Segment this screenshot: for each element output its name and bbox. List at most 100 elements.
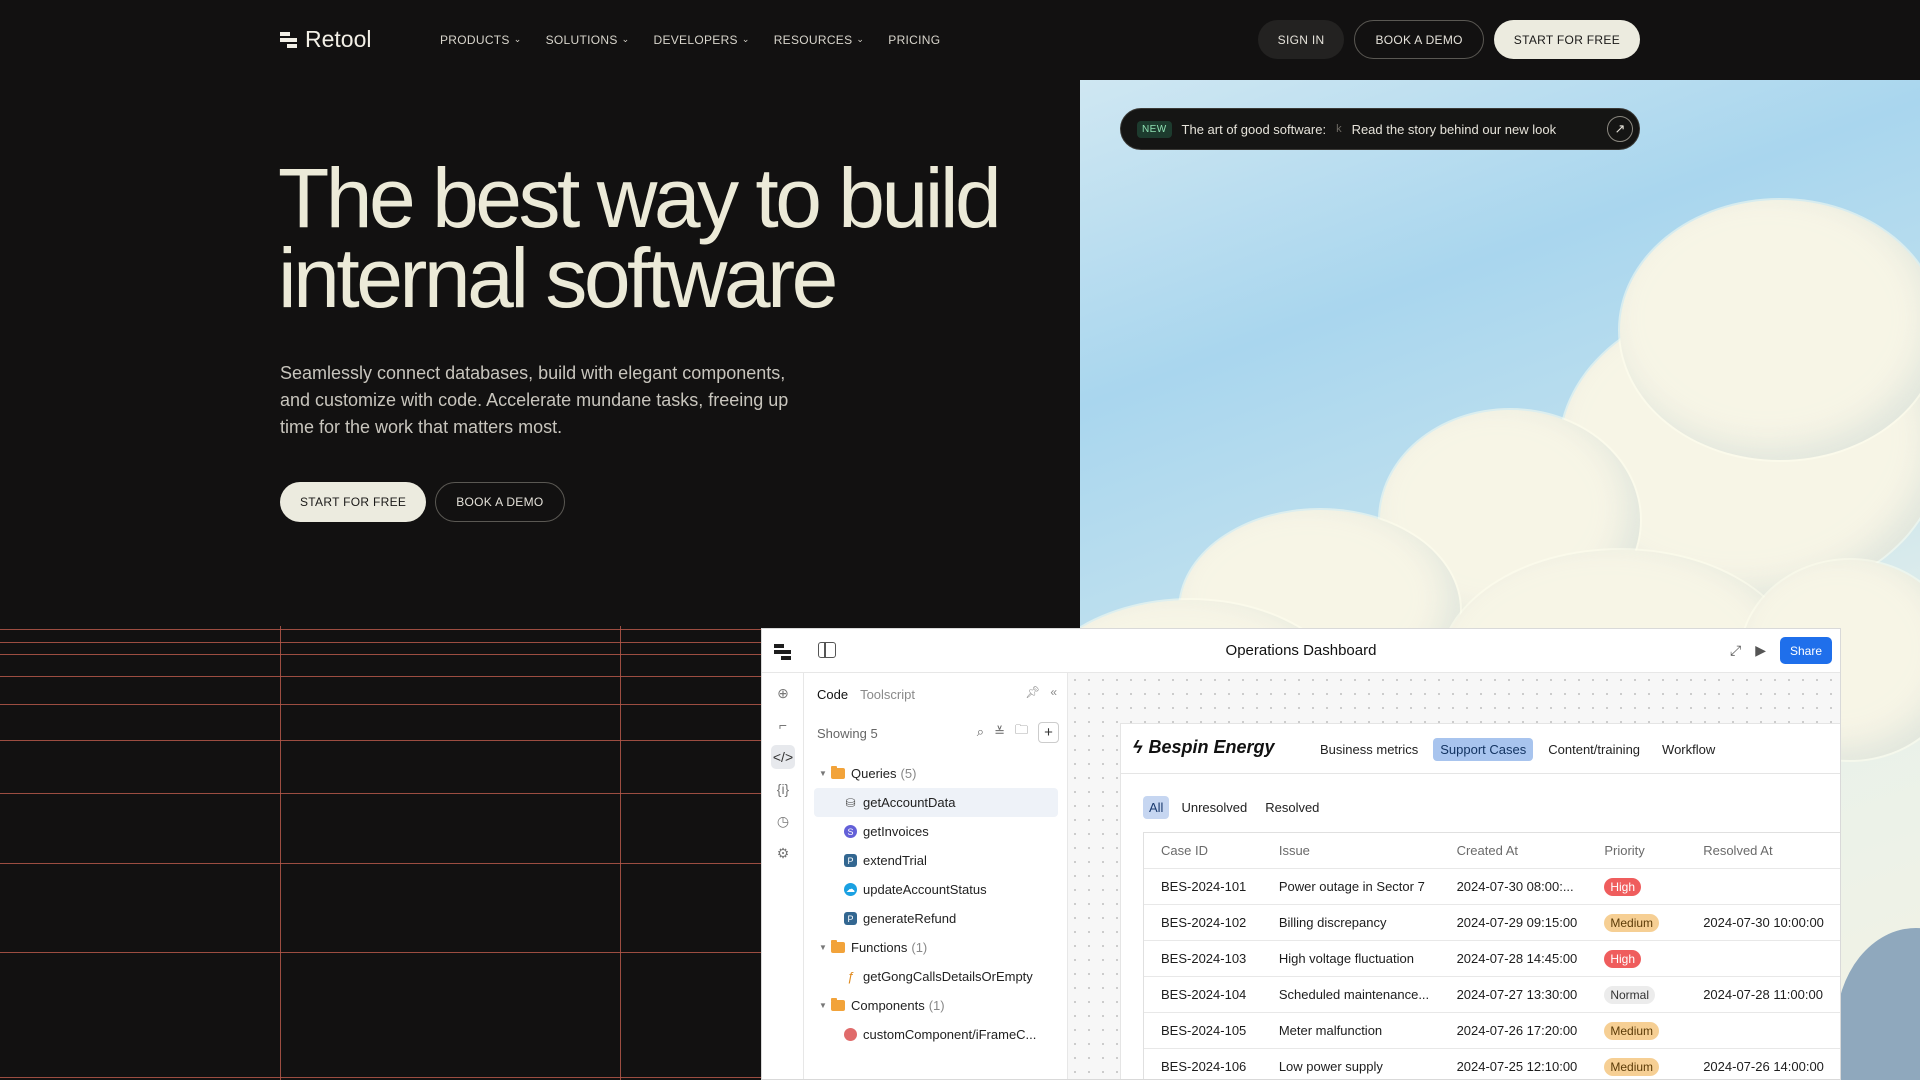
hero-book-demo-button[interactable]: BOOK A DEMO	[435, 482, 565, 522]
tree-item-updateaccountstatus[interactable]: ☁ updateAccountStatus	[804, 875, 1068, 904]
announcement-banner[interactable]: NEW The art of good software: k Read the…	[1120, 108, 1640, 150]
share-button[interactable]: Share	[1779, 637, 1832, 664]
book-demo-button[interactable]: BOOK A DEMO	[1354, 20, 1484, 59]
tab-code[interactable]: Code	[817, 687, 848, 702]
tree-item-label: generateRefund	[863, 911, 957, 926]
sign-in-button[interactable]: SIGN IN	[1257, 20, 1345, 59]
new-badge: NEW	[1137, 120, 1172, 138]
cell-resolved: 2024-07-30 10:00:00	[1703, 915, 1824, 930]
table-row[interactable]: BES-2024-104 Scheduled maintenance... 20…	[1144, 977, 1840, 1013]
nav-resources-label: RESOURCES	[773, 33, 853, 47]
announcement-link[interactable]: Read the story behind our new look	[1352, 122, 1557, 137]
cell-case-id: BES-2024-104	[1161, 987, 1247, 1002]
table-row[interactable]: BES-2024-105 Meter malfunction 2024-07-2…	[1144, 1013, 1840, 1049]
tree-icon[interactable]: ⌐	[771, 713, 795, 737]
table-row[interactable]: BES-2024-103 High voltage fluctuation 20…	[1144, 941, 1840, 977]
tab-content-training[interactable]: Content/training	[1541, 738, 1647, 761]
settings-icon[interactable]: ⚙	[771, 841, 795, 865]
component-icon	[844, 1028, 857, 1041]
tree-item-label: getAccountData	[863, 795, 956, 810]
tree-folder-label: Queries	[851, 766, 897, 781]
column-header[interactable]: Created At	[1440, 843, 1588, 858]
tree-item-label: extendTrial	[863, 853, 927, 868]
cell-case-id: BES-2024-106	[1161, 1059, 1247, 1074]
nav-resources[interactable]: RESOURCES ⌄	[774, 33, 865, 47]
tab-support-cases[interactable]: Support Cases	[1433, 738, 1534, 761]
column-header[interactable]: Resolved At	[1686, 843, 1840, 858]
tree-item-getgongcalls[interactable]: ƒ getGongCallsDetailsOrEmpty	[804, 962, 1068, 991]
folder-icon	[831, 766, 845, 779]
nav-developers[interactable]: DEVELOPERS ⌄	[653, 33, 749, 47]
retool-logo[interactable]: Retool	[280, 26, 371, 53]
nav-products-label: PRODUCTS	[440, 33, 510, 47]
nav-actions: SIGN IN BOOK A DEMO START FOR FREE	[1257, 20, 1640, 59]
play-icon[interactable]: ▶	[1755, 642, 1766, 659]
state-icon[interactable]: {i}	[771, 777, 795, 801]
table-row[interactable]: BES-2024-101 Power outage in Sector 7 20…	[1144, 869, 1840, 905]
cell-issue: Meter malfunction	[1278, 1023, 1383, 1038]
add-query-button[interactable]: +	[1038, 721, 1059, 743]
app-toolbar-actions: ⤢ ▶ Share	[1730, 637, 1832, 664]
tree-item-customcomponent[interactable]: customComponent/iFrameC...	[804, 1020, 1068, 1049]
nav-products[interactable]: PRODUCTS ⌄	[440, 33, 522, 47]
expand-icon[interactable]: ⤢	[1730, 642, 1741, 659]
hero-start-free-button[interactable]: START FOR FREE	[280, 482, 427, 522]
tree-item-extendtrial[interactable]: P extendTrial	[804, 846, 1068, 875]
cell-priority: Medium	[1587, 1057, 1686, 1076]
chevron-down-icon: ⌄	[856, 33, 865, 44]
new-folder-icon[interactable]: 🗀︎	[1015, 721, 1028, 743]
search-icon[interactable]: ⌕	[977, 724, 984, 740]
caret-down-icon: ▼	[819, 769, 827, 778]
showing-count: Showing 5	[817, 726, 878, 741]
bespin-brand[interactable]: ϟ Bespin Energy	[1133, 737, 1275, 758]
filter-unresolved[interactable]: Unresolved	[1175, 796, 1253, 819]
app-preview-window: Operations Dashboard ⤢ ▶ Share ⊕ ⌐ </> {…	[761, 628, 1841, 1080]
table-row[interactable]: BES-2024-102 Billing discrepancy 2024-07…	[1144, 905, 1840, 941]
hero-title: The best way to build internal software	[278, 156, 1002, 325]
code-icon[interactable]: </>	[771, 745, 795, 769]
tab-workflow[interactable]: Workflow	[1655, 738, 1722, 761]
filter-resolved[interactable]: Resolved	[1259, 796, 1325, 819]
pin-icon[interactable]: 📌︎	[1025, 685, 1040, 699]
chevron-down-icon: ⌄	[741, 33, 750, 44]
cell-issue: Scheduled maintenance...	[1278, 987, 1430, 1002]
bespin-nav: Business metrics Support Cases Content/t…	[1313, 738, 1722, 761]
tree-folder-count: (1)	[911, 940, 928, 955]
column-header[interactable]: Case ID	[1144, 843, 1262, 858]
arrow-up-right-icon[interactable]: ↗	[1607, 116, 1633, 142]
cell-case-id: BES-2024-103	[1161, 951, 1247, 966]
code-panel-actions: ⌕ ≚ 🗀︎ +	[977, 721, 1059, 743]
filter-all[interactable]: All	[1143, 796, 1170, 819]
announcement-separator: k	[1336, 123, 1342, 135]
salesforce-icon: ☁	[844, 883, 857, 896]
tree-folder-components[interactable]: ▼ Components (1)	[804, 991, 1068, 1020]
add-icon[interactable]: ⊕	[771, 681, 795, 705]
history-icon[interactable]: ◷	[771, 809, 795, 833]
tab-business-metrics[interactable]: Business metrics	[1313, 738, 1425, 761]
column-header[interactable]: Issue	[1262, 843, 1440, 858]
collapse-icon[interactable]: «	[1050, 685, 1057, 699]
start-free-button[interactable]: START FOR FREE	[1493, 20, 1640, 59]
tree-item-generaterefund[interactable]: P generateRefund	[804, 904, 1068, 933]
tab-toolscript[interactable]: Toolscript	[860, 687, 915, 702]
folder-icon	[831, 940, 845, 953]
hero-title-line-2: internal software	[278, 231, 838, 325]
folder-icon	[831, 998, 845, 1011]
cell-priority: High	[1587, 877, 1686, 896]
database-icon: ⛁	[845, 795, 856, 810]
code-panel: Code Toolscript 📌︎ « Showing 5 ⌕ ≚ 🗀︎ + …	[804, 673, 1068, 1079]
column-header[interactable]: Priority	[1587, 843, 1686, 858]
tree-item-getaccountdata[interactable]: ⛁ getAccountData	[814, 788, 1058, 817]
cell-priority: Medium	[1587, 913, 1686, 932]
tree-item-getinvoices[interactable]: S getInvoices	[804, 817, 1068, 846]
bespin-app: ϟ Bespin Energy Business metrics Support…	[1120, 723, 1840, 1079]
cell-issue: Billing discrepancy	[1278, 915, 1387, 930]
nav-pricing[interactable]: PRICING	[888, 33, 940, 47]
table-row[interactable]: BES-2024-106 Low power supply 2024-07-25…	[1144, 1049, 1840, 1079]
stripe-icon: S	[844, 825, 857, 838]
nav-solutions[interactable]: SOLUTIONS ⌄	[546, 33, 630, 47]
tree-folder-queries[interactable]: ▼ Queries (5)	[804, 759, 1068, 788]
cell-created: 2024-07-29 09:15:00	[1456, 915, 1578, 930]
filter-icon[interactable]: ≚	[994, 724, 1005, 740]
tree-folder-functions[interactable]: ▼ Functions (1)	[804, 933, 1068, 962]
